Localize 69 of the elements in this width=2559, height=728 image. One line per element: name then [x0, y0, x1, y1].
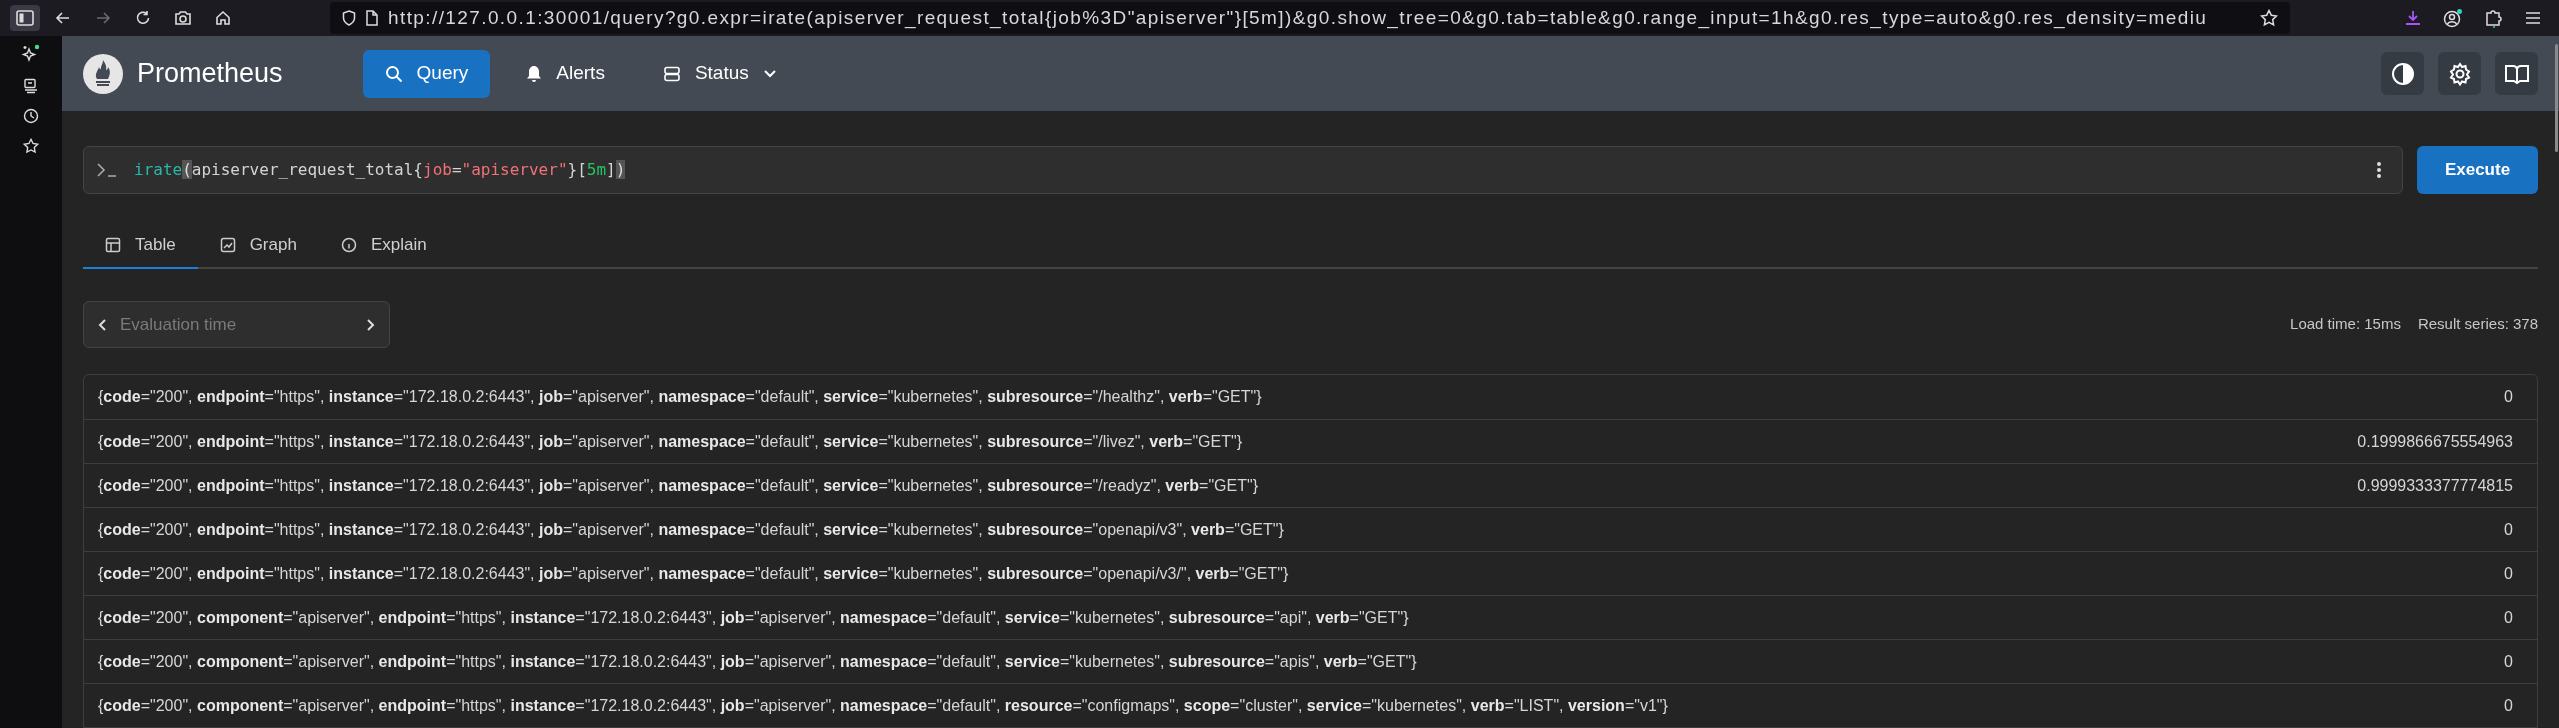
- search-icon: [384, 64, 403, 83]
- terminal-prompt-icon: [96, 162, 118, 178]
- series-value: 0: [2504, 695, 2514, 716]
- settings-icon: [2447, 61, 2472, 86]
- query-editor[interactable]: irate(apiserver_request_total{job="apiserver"}[5m]): [83, 146, 2403, 194]
- nav-tab[interactable]: Alerts: [504, 49, 627, 98]
- series-value: 0.1999866675554963: [2357, 431, 2514, 452]
- series-labels: {code="200", component="apiserver", endpoint="https", instance="172.18.0.2:6443", job="apiserver", namespace="default", service="kubernetes", subresource="api", verb="GET"}: [98, 607, 1409, 628]
- scrollbar[interactable]: [2555, 44, 2558, 152]
- extension-icon[interactable]: [2485, 8, 2503, 28]
- star-icon[interactable]: [23, 138, 39, 154]
- evaluation-time-field[interactable]: Evaluation time: [83, 301, 390, 348]
- sparkle-icon[interactable]: [21, 44, 41, 64]
- series-value: 0: [2504, 519, 2514, 540]
- view-tab[interactable]: Explain: [318, 222, 449, 269]
- bell-icon: [526, 64, 543, 83]
- theme-button[interactable]: [2381, 52, 2424, 95]
- chevron-right-icon[interactable]: [365, 317, 375, 332]
- series-labels: {code="200", endpoint="https", instance="172.18.0.2:6443", job="apiserver", namespace="default", service="kubernetes", subresource="/livez", verb="GET"}: [98, 431, 1242, 452]
- table-icon: [105, 236, 121, 253]
- series-value: 0: [2504, 651, 2514, 672]
- view-tab[interactable]: Table: [83, 222, 198, 269]
- clock-icon[interactable]: [23, 108, 39, 124]
- account-icon[interactable]: [2443, 8, 2463, 28]
- chart-icon: [219, 236, 236, 253]
- series-labels: {code="200", endpoint="https", instance="172.18.0.2:6443", job="apiserver", namespace="default", service="kubernetes", subresource="/healthz", verb="GET"}: [98, 387, 1262, 407]
- series-value: 0: [2504, 563, 2514, 584]
- forward-arrow-icon: [95, 10, 111, 26]
- menu-icon[interactable]: [2525, 11, 2541, 25]
- server-icon: [662, 64, 681, 83]
- address-bar[interactable]: http://127.0.0.1:30001/query?g0.expr=irate(apiserver_request_total{job%3D"apiserver"}[5m])&g0.show_tree=0&g0.tab=table&g0.range_input=1h&g0.res_type=auto&g0.res_density=mediu: [330, 2, 2290, 34]
- evaluation-time-input[interactable]: Evaluation time: [120, 311, 353, 338]
- sidebar-icon: [16, 10, 34, 26]
- url-text: http://127.0.0.1:30001/query?g0.expr=irate(apiserver_request_total{job%3D"apiserver"}[5m])&g0.show_tree=0&g0.tab=table&g0.range_input=1h&g0.res_type=auto&g0.res_density=mediu: [388, 5, 2209, 31]
- page-icon: [366, 10, 378, 26]
- settings-button[interactable]: [2438, 52, 2481, 95]
- series-labels: {code="200", endpoint="https", instance="172.18.0.2:6443", job="apiserver", namespace="default", service="kubernetes", subresource="/readyz", verb="GET"}: [98, 475, 1258, 496]
- series-labels: {code="200", component="apiserver", endpoint="https", instance="172.18.0.2:6443", job="apiserver", namespace="default", resource="configmaps", scope="cluster", service="kubernetes", verb="LIST", version="v1"}: [98, 695, 1668, 716]
- app-title: Prometheus: [137, 57, 283, 91]
- star-icon[interactable]: [2260, 9, 2278, 27]
- series-value: 0.9999333377774815: [2357, 475, 2514, 496]
- series-value: 0: [2504, 387, 2514, 407]
- query-text: irate(apiserver_request_total{job="apiserver"}[5m]): [134, 159, 626, 181]
- sidebar-toggle-button[interactable]: [10, 5, 40, 31]
- chevron-down-icon: [762, 68, 777, 79]
- series-labels: {code="200", component="apiserver", endpoint="https", instance="172.18.0.2:6443", job="apiserver", namespace="default", service="kubernetes", subresource="apis", verb="GET"}: [98, 651, 1417, 672]
- series-labels: {code="200", endpoint="https", instance="172.18.0.2:6443", job="apiserver", namespace="default", service="kubernetes", subresource="openapi/v3/", verb="GET"}: [98, 563, 1289, 584]
- back-arrow-icon: [55, 10, 71, 26]
- flame-logo-icon: [83, 53, 123, 94]
- more-options-icon[interactable]: [2376, 160, 2382, 180]
- series-labels: {code="200", endpoint="https", instance="172.18.0.2:6443", job="apiserver", namespace="default", service="kubernetes", subresource="openapi/v3", verb="GET"}: [98, 519, 1284, 540]
- contrast-icon: [2390, 61, 2415, 86]
- nav-tab[interactable]: Query: [362, 49, 491, 98]
- home-icon: [215, 10, 231, 26]
- series-value: 0: [2504, 607, 2514, 628]
- info-icon: [340, 236, 357, 253]
- stat-text: Load time: 15ms: [2290, 314, 2401, 335]
- execute-button[interactable]: Execute: [2417, 146, 2538, 194]
- documentation-button[interactable]: [2495, 52, 2538, 95]
- tabs-icon[interactable]: [23, 78, 39, 94]
- shield-icon: [342, 10, 356, 26]
- nav-tab[interactable]: Status: [640, 49, 799, 98]
- book-icon: [2503, 62, 2530, 85]
- reload-icon: [135, 10, 151, 26]
- stat-text: Result series: 378: [2417, 314, 2538, 335]
- camera-icon: [174, 10, 192, 26]
- view-tab[interactable]: Graph: [197, 222, 319, 269]
- download-icon[interactable]: [2405, 10, 2421, 26]
- chevron-left-icon[interactable]: [98, 317, 108, 332]
